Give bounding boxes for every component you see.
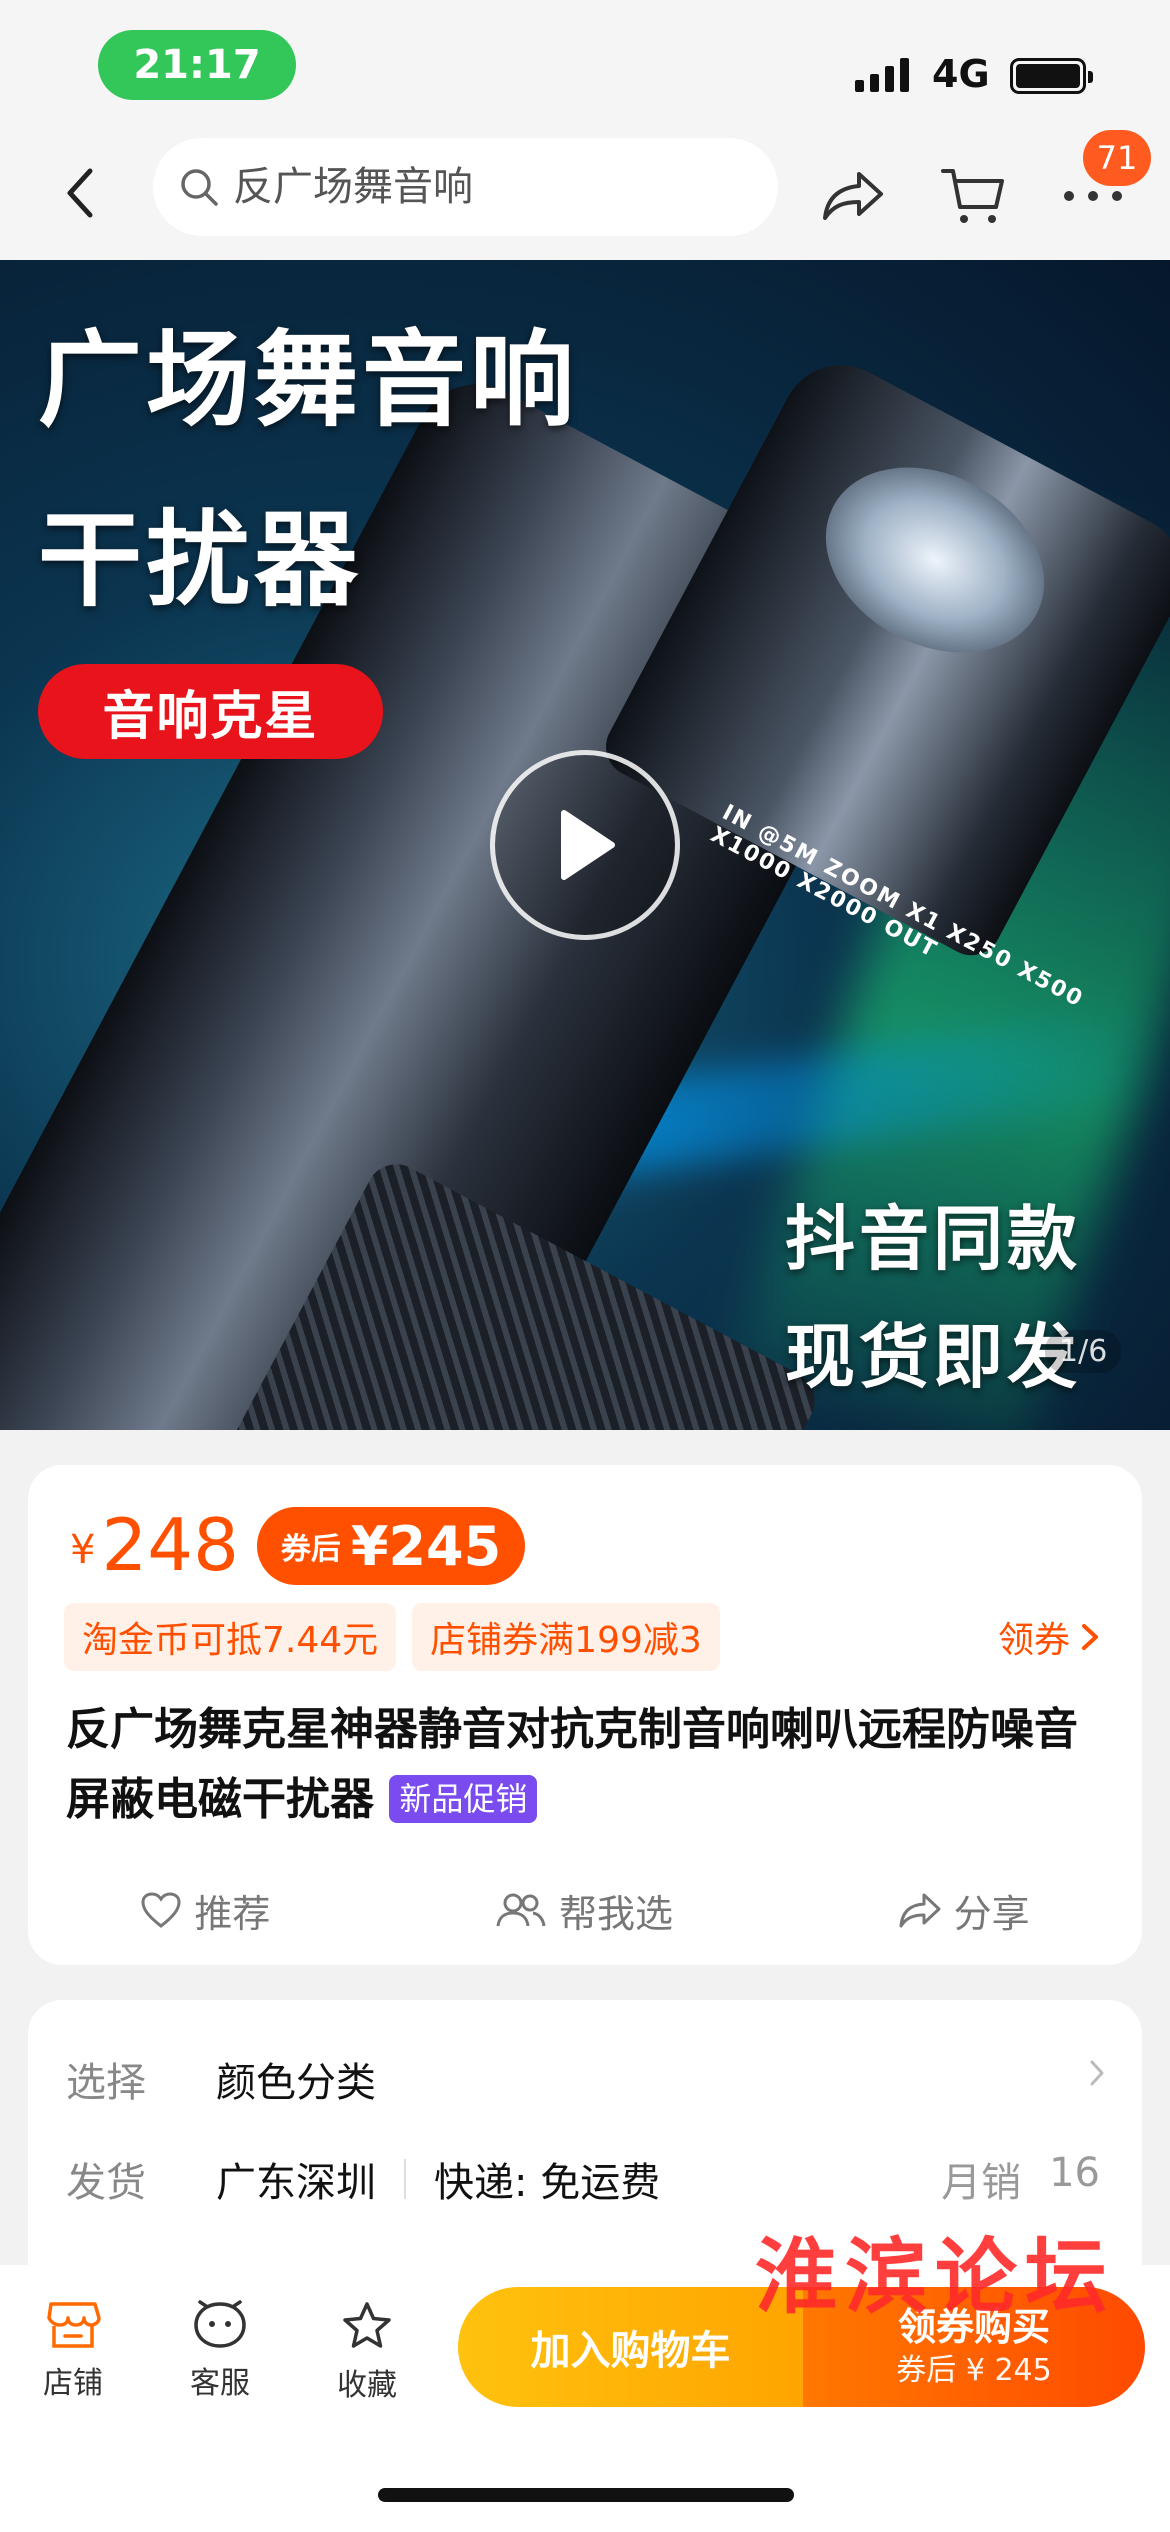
heart-icon xyxy=(141,1892,181,1928)
recommend-button[interactable]: 推荐 xyxy=(140,1883,270,1938)
monthly-sales-label: 月销 xyxy=(941,2160,1022,2206)
ship-method: 快递: 免运费 xyxy=(434,2160,661,2206)
help-choose-button[interactable]: 帮我选 xyxy=(495,1883,673,1938)
service-tab[interactable]: 客服 xyxy=(165,2300,275,2402)
product-title: 反广场舞克星神器静音对抗克制音响喇叭远程防噪音屏蔽电磁干扰器 新品促销 xyxy=(66,1695,1106,1835)
favorite-tab[interactable]: 收藏 xyxy=(312,2300,422,2404)
search-icon xyxy=(181,169,218,206)
new-promo-badge: 新品促销 xyxy=(389,1775,538,1823)
hero-red-tag: 音响克星 xyxy=(38,664,383,759)
status-bar: 21:17 4G xyxy=(0,0,1170,130)
home-indicator[interactable] xyxy=(378,2488,794,2502)
ship-origin: 广东深圳 xyxy=(216,2160,376,2206)
recommend-label: 推荐 xyxy=(194,1891,271,1936)
group-icon xyxy=(496,1893,546,1927)
select-key: 选择 xyxy=(66,2060,146,2106)
play-icon xyxy=(561,810,615,880)
promo-tags: 淘金币可抵7.44元 店铺券满199减3 xyxy=(64,1603,720,1671)
price-currency: ¥ xyxy=(70,1527,96,1573)
chevron-left-icon xyxy=(67,168,93,218)
hero-promo-line2: 现货即发 xyxy=(785,1316,1081,1398)
store-icon xyxy=(47,2302,101,2348)
share-icon xyxy=(823,172,883,220)
nav-bar: 71 xyxy=(0,130,1170,260)
cart-icon xyxy=(941,169,1004,223)
get-coupon-link[interactable]: 领券 xyxy=(998,1611,1100,1663)
product-title-text: 反广场舞克星神器静音对抗克制音响喇叭远程防噪音屏蔽电磁干扰器 xyxy=(66,1704,1078,1825)
service-label: 客服 xyxy=(190,2366,250,2401)
hero-headline-line2: 干扰器 xyxy=(38,499,363,621)
hero-headline-line1: 广场舞音响 xyxy=(38,319,579,441)
monthly-sales-value: 16 xyxy=(1049,2150,1100,2196)
select-variant-row[interactable]: 选择 颜色分类 xyxy=(66,2050,1106,2108)
ship-key: 发货 xyxy=(66,2160,146,2206)
more-icon xyxy=(1064,191,1122,201)
chevron-right-icon xyxy=(1090,2060,1104,2086)
taojinbi-tag[interactable]: 淘金币可抵7.44元 xyxy=(64,1603,397,1671)
hero-headline: 广场舞音响 干扰器 xyxy=(38,290,578,650)
hero-promo-line1: 抖音同款 xyxy=(785,1198,1081,1280)
coupon-price-label: 券后 xyxy=(280,1532,341,1567)
network-label: 4G xyxy=(932,52,990,96)
signal-icon xyxy=(855,58,909,92)
shipping-row: 发货 广东深圳 快递: 免运费 xyxy=(66,2150,660,2208)
coupon-price-pill: 券后 ¥245 xyxy=(256,1507,526,1585)
battery-icon xyxy=(1010,58,1093,94)
chat-face-icon xyxy=(194,2300,246,2348)
forum-watermark: 淮滨论坛 xyxy=(755,2229,1116,2325)
get-coupon-label: 领券 xyxy=(997,1620,1070,1661)
price-row: ¥ 248 券后 ¥245 xyxy=(70,1503,526,1587)
store-coupon-tag[interactable]: 店铺券满199减3 xyxy=(412,1603,720,1671)
add-to-cart-button[interactable]: 加入购物车 xyxy=(458,2287,803,2407)
back-button[interactable] xyxy=(50,158,110,228)
price-card: ¥ 248 券后 ¥245 淘金币可抵7.44元 店铺券满199减3 领券 反广… xyxy=(28,1465,1142,1965)
price-value: 248 xyxy=(101,1503,239,1587)
carousel-page-indicator: 1/6 xyxy=(1045,1330,1122,1373)
help-choose-label: 帮我选 xyxy=(558,1891,673,1936)
message-badge: 71 xyxy=(1083,130,1151,186)
product-actions: 推荐 帮我选 分享 xyxy=(28,1865,1142,1955)
search-box[interactable] xyxy=(153,138,778,236)
store-tab[interactable]: 店铺 xyxy=(18,2300,128,2402)
share-button[interactable] xyxy=(815,158,891,234)
cart-button[interactable] xyxy=(935,158,1011,234)
select-value: 颜色分类 xyxy=(216,2060,376,2106)
favorite-label: 收藏 xyxy=(337,2368,397,2403)
chevron-right-icon xyxy=(1082,1624,1098,1650)
star-icon xyxy=(343,2302,391,2348)
monthly-sales: 月销 16 xyxy=(941,2150,1100,2208)
video-play-button[interactable] xyxy=(490,750,680,940)
status-time: 21:17 xyxy=(98,30,296,100)
divider xyxy=(404,2159,406,2199)
product-image-carousel[interactable]: IN @5M ZOOM X1 X250 X500 X1000 X2000 OUT… xyxy=(0,260,1170,1430)
search-input[interactable] xyxy=(233,164,733,210)
hero-promo: 抖音同款 现货即发 xyxy=(785,1180,1081,1416)
buy-sub-label: 券后 ¥ 245 xyxy=(896,2353,1052,2388)
share-icon xyxy=(899,1893,941,1928)
share-label: 分享 xyxy=(953,1891,1030,1936)
coupon-price-value: ¥245 xyxy=(350,1514,502,1578)
share-product-button[interactable]: 分享 xyxy=(898,1883,1030,1938)
store-label: 店铺 xyxy=(43,2366,103,2401)
